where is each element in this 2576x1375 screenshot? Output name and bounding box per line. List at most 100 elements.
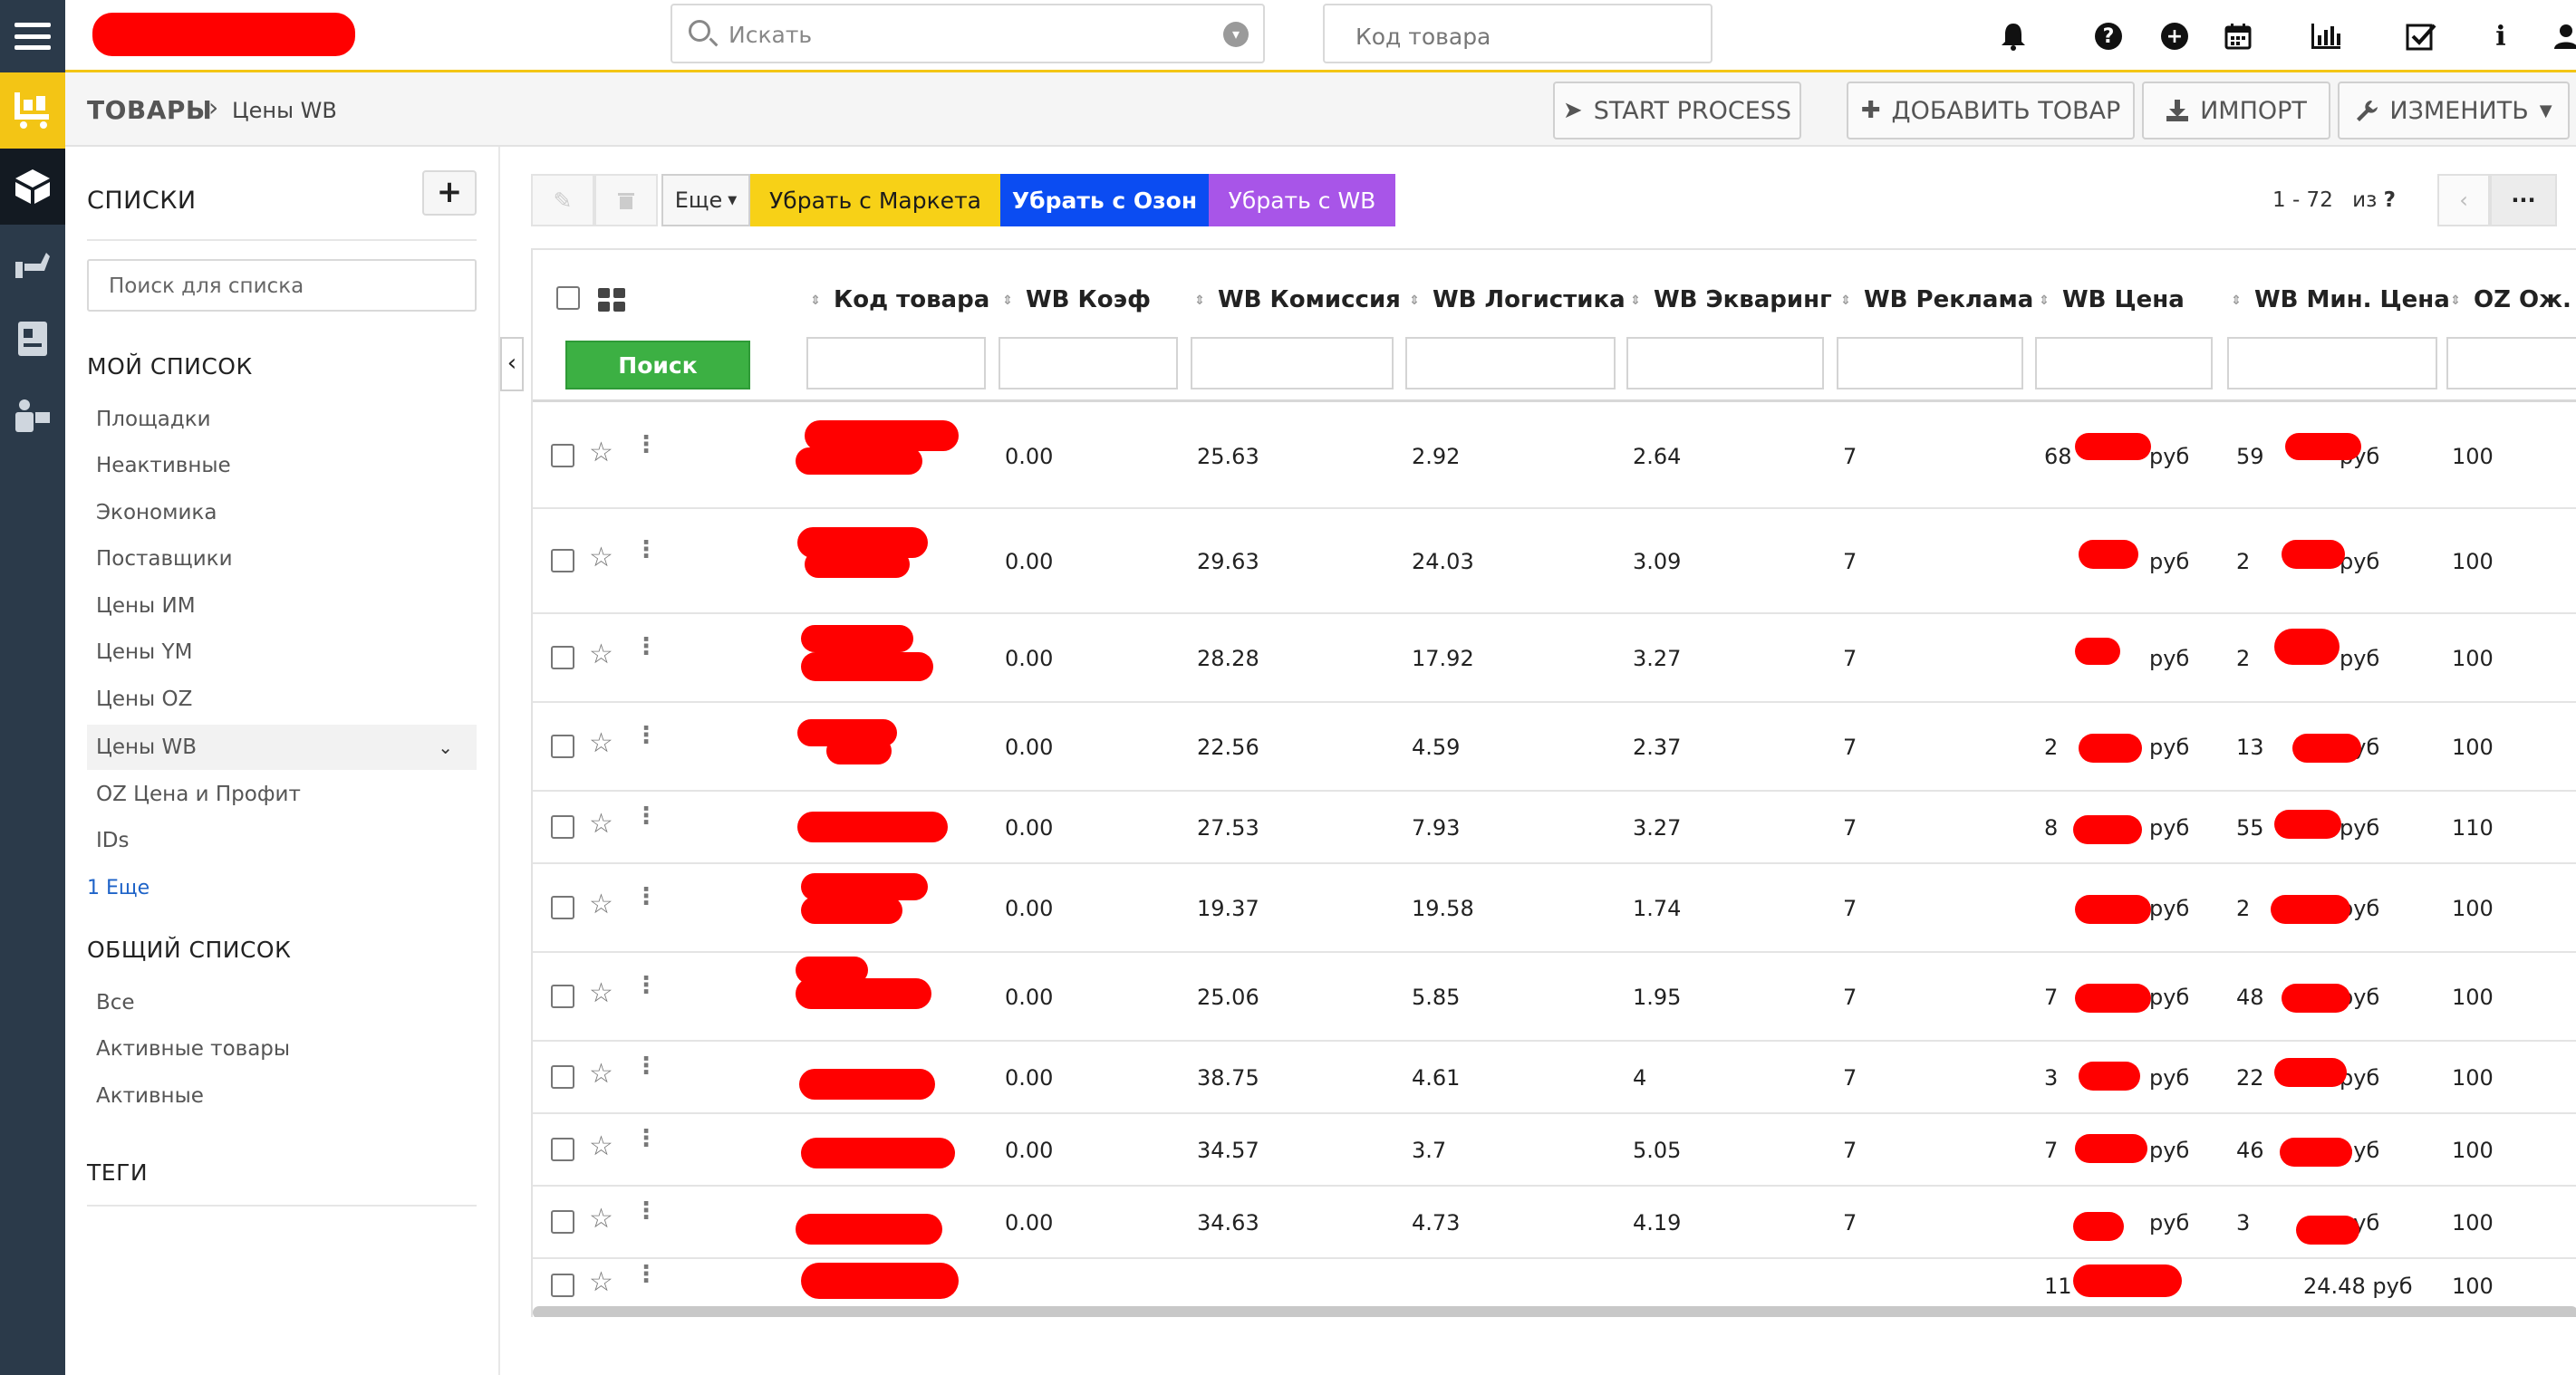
list-item-prices-wb[interactable]: Цены WB ⌄ (87, 725, 477, 770)
list-item-oz-price-profit[interactable]: OZ Цена и Профит (87, 772, 477, 817)
star-icon[interactable]: ☆ (589, 1130, 613, 1162)
remove-from-market-button[interactable]: Убрать с Маркета (750, 174, 1000, 226)
row-checkbox[interactable] (551, 985, 574, 1008)
row-checkbox[interactable] (551, 646, 574, 669)
row-checkbox[interactable] (551, 549, 574, 572)
calendar-icon[interactable] (2220, 18, 2256, 54)
star-icon[interactable]: ☆ (589, 542, 613, 573)
add-product-button[interactable]: ✚ ДОБАВИТЬ ТОВАР (1847, 82, 2135, 139)
kebab-menu-icon[interactable]: ⋮ (634, 635, 658, 659)
kebab-menu-icon[interactable]: ⋮ (634, 1127, 658, 1150)
list-item-platforms[interactable]: Площадки (87, 397, 477, 442)
filter-code-input[interactable] (806, 337, 986, 389)
list-item-all[interactable]: Все (87, 980, 477, 1025)
col-header-wb-acquiring[interactable]: ⇕ WB Экваринг (1630, 286, 1832, 313)
bar-chart-icon[interactable] (2308, 18, 2344, 54)
star-icon[interactable]: ☆ (589, 727, 613, 759)
next-page-button[interactable]: › (2557, 174, 2576, 226)
col-header-code[interactable]: ⇕ Код товара (810, 286, 989, 313)
rail-item-tools[interactable] (0, 225, 65, 301)
table-row[interactable]: ☆ ⋮ 0.00 38.75 4.61 4 7 100 3 руб 22 руб (533, 1042, 2576, 1114)
list-item-prices-ym[interactable]: Цены YM (87, 630, 477, 675)
list-item-prices-oz[interactable]: Цены OZ (87, 677, 477, 722)
filter-ads-input[interactable] (1837, 337, 2023, 389)
kebab-menu-icon[interactable]: ⋮ (634, 433, 658, 457)
rail-item-users[interactable] (0, 377, 65, 453)
breadcrumb-root[interactable]: ТОВАРЫ (87, 95, 212, 125)
collapse-panel-button[interactable]: ‹ (500, 337, 524, 391)
star-icon[interactable]: ☆ (589, 437, 613, 468)
list-search-input[interactable]: Поиск для списка (87, 259, 477, 312)
info-icon[interactable]: i (2483, 18, 2519, 54)
star-icon[interactable]: ☆ (589, 808, 613, 840)
filter-search-button[interactable]: Поиск (565, 341, 750, 389)
filter-logistics-input[interactable] (1405, 337, 1616, 389)
table-row[interactable]: ☆ ⋮ 0.00 25.63 2.92 2.64 7 100 68 руб 59 руб (533, 404, 2576, 509)
show-more-link[interactable]: 1 Еще (87, 877, 150, 899)
filter-oz-input[interactable] (2446, 337, 2576, 389)
table-row[interactable]: ☆ ⋮ 0.00 28.28 17.92 3.27 7 100 руб 2 руб (533, 614, 2576, 703)
global-search-input[interactable]: Искать ▾ (671, 4, 1265, 63)
list-item-active-products[interactable]: Активные товары (87, 1026, 477, 1072)
rail-item-inventory[interactable] (0, 149, 65, 225)
start-process-button[interactable]: ➤ START PROCESS (1553, 82, 1801, 139)
list-item-economics[interactable]: Экономика (87, 490, 477, 535)
kebab-menu-icon[interactable]: ⋮ (634, 724, 658, 747)
col-header-wb-commission[interactable]: ⇕ WB Комиссия (1194, 286, 1401, 313)
table-row[interactable]: ☆⋮0.0022.564.592.3771002руб13руб (533, 703, 2576, 792)
row-checkbox[interactable] (551, 735, 574, 758)
horizontal-scrollbar[interactable] (533, 1306, 2576, 1317)
rail-item-products[interactable] (0, 72, 65, 149)
plus-circle-icon[interactable]: + (2161, 23, 2188, 50)
list-item-suppliers[interactable]: Поставщики (87, 536, 477, 582)
table-row[interactable]: ☆ ⋮ 0.00 29.63 24.03 3.09 7 100 руб 2 руб (533, 509, 2576, 614)
row-checkbox[interactable] (551, 1210, 574, 1234)
col-header-wb-min-price[interactable]: ⇕ WB Мин. Цена (2231, 286, 2450, 313)
star-icon[interactable]: ☆ (589, 639, 613, 670)
col-header-wb-koef[interactable]: ⇕ WB Коэф (1002, 286, 1151, 313)
help-icon[interactable]: ? (2095, 23, 2122, 50)
kebab-menu-icon[interactable]: ⋮ (634, 538, 658, 562)
filter-min-price-input[interactable] (2227, 337, 2437, 389)
bell-icon[interactable] (1995, 18, 2031, 54)
user-icon[interactable] (2548, 18, 2576, 54)
row-checkbox[interactable] (551, 896, 574, 919)
edit-dropdown-button[interactable]: ИЗМЕНИТЬ ▼ (2338, 82, 2570, 139)
product-code-input[interactable]: Код товара (1323, 4, 1713, 63)
remove-from-wb-button[interactable]: Убрать с WB (1209, 174, 1395, 226)
filter-price-input[interactable] (2035, 337, 2213, 389)
table-row[interactable]: ☆ ⋮ 0.00 25.06 5.85 1.95 7 100 7 руб 48 руб (533, 953, 2576, 1042)
list-item-inactive[interactable]: Неактивные (87, 443, 477, 488)
list-item-prices-im[interactable]: Цены ИМ (87, 583, 477, 629)
more-dropdown[interactable]: Еще ▼ (661, 174, 750, 226)
grid-view-icon[interactable] (598, 288, 625, 312)
table-row[interactable]: ☆ ⋮ 0.00 27.53 7.93 3.27 7 110 8 руб 55 руб (533, 792, 2576, 864)
col-header-oz-expected[interactable]: ⇕OZ Ож. I (2450, 286, 2576, 313)
menu-button[interactable] (0, 0, 65, 72)
row-checkbox[interactable] (551, 1274, 574, 1297)
table-row[interactable]: ☆ ⋮ 100 11 24.48 руб (533, 1259, 2576, 1313)
table-row[interactable]: ☆ ⋮ 0.00 34.63 4.73 4.19 7 100 руб 3 руб (533, 1187, 2576, 1259)
kebab-menu-icon[interactable]: ⋮ (634, 974, 658, 997)
col-header-wb-ads[interactable]: ⇕ WB Реклама (1840, 286, 2033, 313)
col-header-wb-price[interactable]: ⇕ WB Цена (2039, 286, 2185, 313)
list-item-ids[interactable]: IDs (87, 818, 477, 863)
star-icon[interactable]: ☆ (589, 1058, 613, 1090)
prev-page-button[interactable]: ‹ (2437, 174, 2490, 226)
rail-item-orders[interactable] (0, 301, 65, 377)
row-checkbox[interactable] (551, 815, 574, 839)
chevron-down-icon[interactable]: ⌄ (438, 725, 453, 770)
filter-commission-input[interactable] (1191, 337, 1394, 389)
star-icon[interactable]: ☆ (589, 1266, 613, 1298)
star-icon[interactable]: ☆ (589, 1203, 613, 1235)
kebab-menu-icon[interactable]: ⋮ (634, 1054, 658, 1078)
table-row[interactable]: ☆ ⋮ 0.00 34.57 3.7 5.05 7 100 7 руб 46 руб (533, 1114, 2576, 1187)
row-checkbox[interactable] (551, 1138, 574, 1161)
delete-row-button[interactable] (594, 174, 658, 226)
filter-koef-input[interactable] (999, 337, 1178, 389)
list-item-active[interactable]: Активные (87, 1073, 477, 1119)
row-checkbox[interactable] (551, 1065, 574, 1089)
kebab-menu-icon[interactable]: ⋮ (634, 885, 658, 909)
row-checkbox[interactable] (551, 444, 574, 467)
star-icon[interactable]: ☆ (589, 889, 613, 920)
